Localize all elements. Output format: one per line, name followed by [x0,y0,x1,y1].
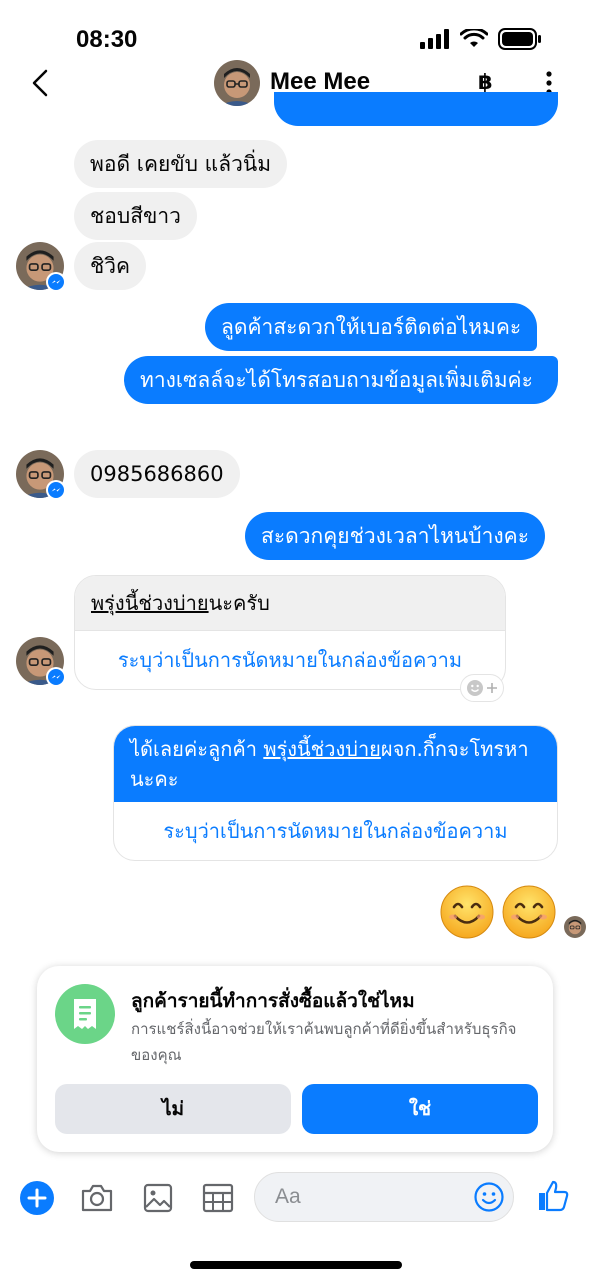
appointment-message-text[interactable]: ได้เลยค่ะลูกค้า พรุ่งนี้ช่วงบ่ายผจก.กิ็ก… [114,726,557,802]
status-icons [420,28,542,50]
add-reaction-button[interactable] [460,674,504,702]
seen-avatar [564,916,586,938]
status-bar: 08:30 [0,0,590,60]
smiling-emoji-icon[interactable] [502,885,556,939]
smiling-emoji-icon[interactable] [440,885,494,939]
avatar-photo-icon [214,60,260,106]
add-plus-icon[interactable] [19,1180,55,1216]
messenger-badge-icon [46,480,66,500]
receipt-icon [55,984,115,1044]
battery-icon [498,28,541,50]
mark-as-appointment-link[interactable]: ระบุว่าเป็นการนัดหมายในกล่องข้อความ [114,802,557,860]
back-chevron-icon[interactable] [26,66,56,100]
message-bubble-outgoing[interactable]: สะดวกคุยช่วงเวลาไหนบ้างคะ [245,512,545,560]
smiley-icon [467,680,483,696]
appointment-prefix: ได้เลยค่ะลูกค้า [130,737,264,761]
appointment-card-outgoing: ได้เลยค่ะลูกค้า พรุ่งนี้ช่วงบ่ายผจก.กิ็ก… [113,725,558,861]
avatar-photo-icon [564,916,586,938]
message-bubble-incoming[interactable]: 0985686860 [74,450,240,498]
emoji-picker-icon[interactable] [473,1181,505,1213]
message-bubble-outgoing[interactable]: ลูดค้าสะดวกให้เบอร์ติดต่อไหมคะ [205,303,538,351]
mark-as-appointment-link[interactable]: ระบุว่าเป็นการนัดหมายในกล่องข้อความ [75,630,505,689]
home-indicator [190,1261,402,1269]
camera-icon[interactable] [79,1180,115,1216]
plus-icon [487,683,497,693]
message-composer [0,1170,590,1226]
sender-avatar[interactable] [16,242,66,292]
message-bubble-incoming[interactable]: ชิวิค [74,242,147,290]
message-bubble-incoming[interactable]: พอดี เคยขับ แล้วนิ่ม [74,140,288,188]
contact-avatar[interactable] [214,60,260,106]
wifi-icon [460,29,488,47]
appointment-suffix: นะครับ [208,591,270,615]
appointment-card-incoming: พรุ่งนี้ช่วงบ่ายนะครับ ระบุว่าเป็นการนัด… [74,575,506,690]
no-button[interactable]: ไม่ [55,1084,291,1134]
appointment-highlight[interactable]: พรุ่งนี้ช่วงบ่าย [263,737,381,761]
like-thumb-icon[interactable] [536,1179,570,1213]
messenger-badge-icon [46,667,66,687]
purchase-prompt-card: ลูกค้ารายนี้ทำการสั่งซื้อแล้วใช่ไหม การแ… [37,966,553,1152]
prompt-title: ลูกค้ารายนี้ทำการสั่งซื้อแล้วใช่ไหม [131,990,415,1012]
message-input-container [254,1172,514,1222]
message-bubble-incoming[interactable]: ชอบสีขาว [74,192,197,240]
message-bubble-outgoing[interactable]: ทางเซลล์จะได้โทรสอบถามข้อมูลเพิ่มเติมค่ะ [124,356,558,404]
message-input[interactable] [275,1181,465,1213]
sender-avatar[interactable] [16,450,66,500]
appointment-highlight[interactable]: พรุ่งนี้ช่วงบ่าย [91,591,209,615]
template-table-icon[interactable] [201,1182,235,1214]
cellular-signal-icon [420,29,449,49]
message-bubble-clipped [274,92,558,126]
sender-avatar[interactable] [16,637,66,687]
prompt-description: การแชร์สิ่งนี้อาจช่วยให้เราค้นพบลูกค้าที… [131,1020,517,1064]
gallery-icon[interactable] [142,1182,174,1214]
yes-button[interactable]: ใช่ [302,1084,538,1134]
appointment-message-text[interactable]: พรุ่งนี้ช่วงบ่ายนะครับ [75,576,505,630]
payment-baht-icon[interactable]: ฿ [478,70,493,94]
status-time: 08:30 [76,26,138,53]
messenger-badge-icon [46,272,66,292]
